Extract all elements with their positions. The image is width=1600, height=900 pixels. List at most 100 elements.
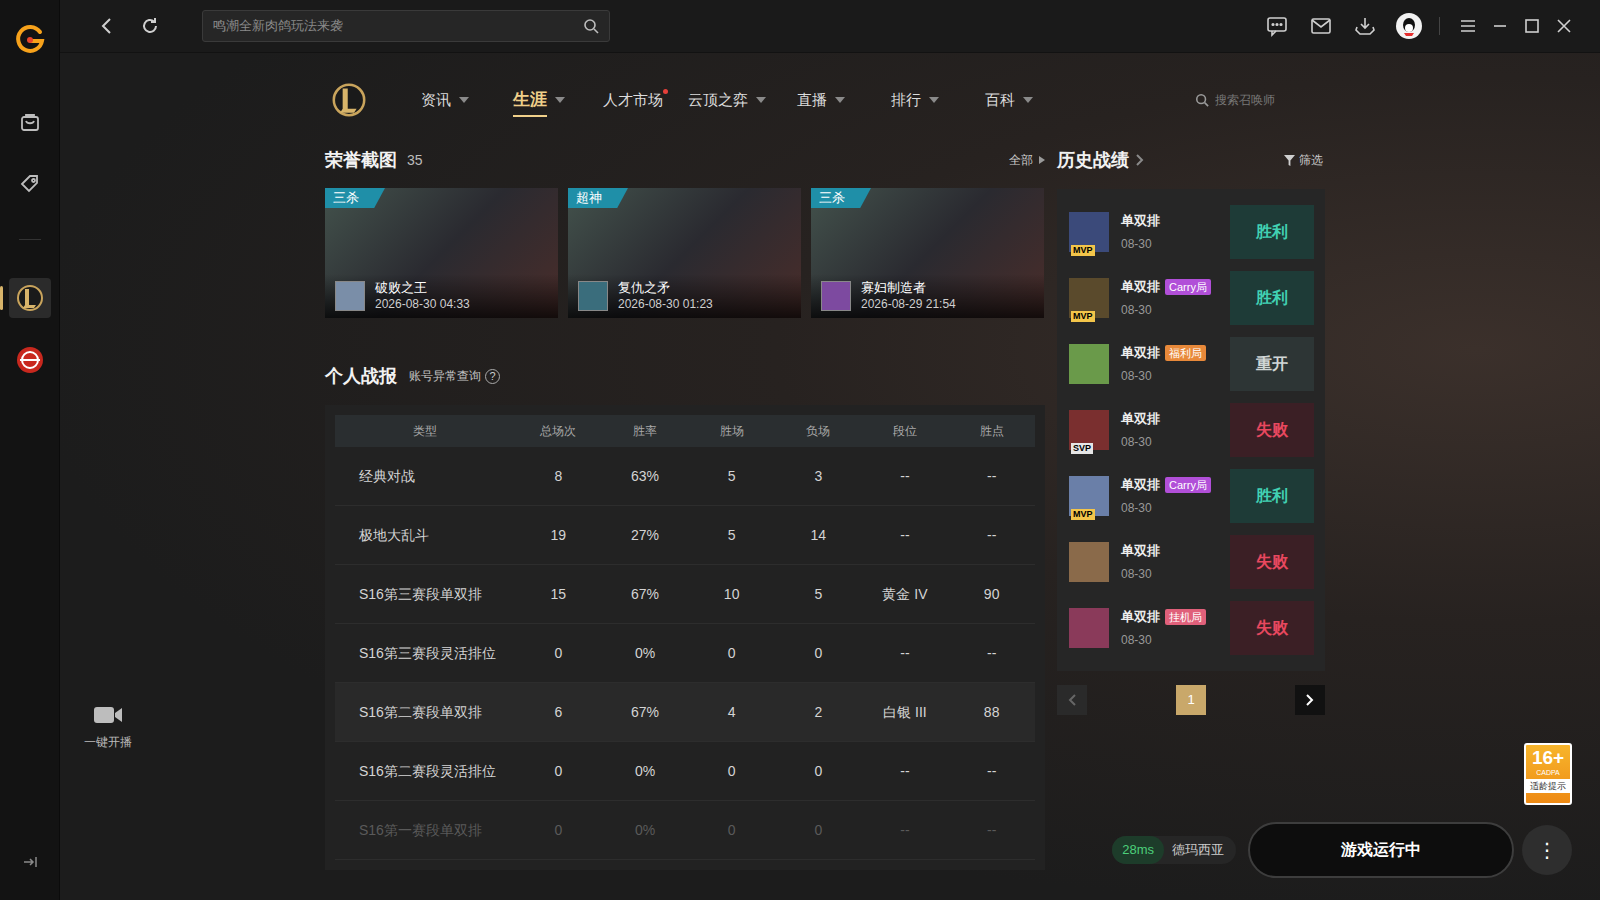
table-cell: 5 (688, 525, 775, 546)
table-row[interactable]: S16第三赛段单双排1567%105黄金 IV90 (335, 565, 1035, 624)
search-icon[interactable] (1195, 93, 1209, 107)
page-button[interactable]: 1 (1176, 685, 1206, 715)
table-cell: 0 (688, 761, 775, 782)
minimize-icon[interactable] (1488, 14, 1512, 38)
search-icon[interactable] (583, 18, 599, 34)
back-icon[interactable] (97, 16, 117, 36)
sidebar-item[interactable] (9, 102, 51, 142)
honors-count: 35 (407, 150, 423, 171)
chat-icon[interactable] (1265, 14, 1289, 38)
nav-tab[interactable]: 人才市场 (586, 80, 680, 120)
title-bar-actions (1265, 12, 1576, 40)
search-box (202, 10, 610, 42)
tab-label: 人才市场 (603, 89, 663, 112)
collapse-icon[interactable] (20, 852, 40, 872)
match-date: 08-30 (1121, 433, 1230, 451)
table-cell: 8 (515, 466, 602, 487)
server-status[interactable]: 28ms德玛西亚 (1112, 836, 1236, 864)
table-cell: 0% (602, 643, 689, 664)
table-cell: 0 (775, 643, 862, 664)
match-row[interactable]: 单双排08-30失败 (1069, 529, 1314, 595)
refresh-icon[interactable] (140, 16, 160, 36)
nav-tab[interactable]: 排行 (868, 80, 962, 120)
lol-logo-icon[interactable] (330, 81, 368, 119)
honor-card[interactable]: 三杀寡妇制造者2026-08-29 21:54 (811, 188, 1044, 318)
chevron-right-icon[interactable] (1135, 153, 1145, 167)
table-cell: -- (948, 525, 1035, 546)
nav-tab[interactable]: 直播 (774, 80, 868, 120)
table-row[interactable]: 极地大乱斗1927%514---- (335, 506, 1035, 565)
table-row[interactable]: S16第二赛段灵活排位00%00---- (335, 742, 1035, 801)
honor-card[interactable]: 三杀破败之王2026-08-30 04:33 (325, 188, 558, 318)
dropdown-icon (555, 97, 565, 103)
match-row[interactable]: 单双排福利局08-30重开 (1069, 331, 1314, 397)
summoner-search-input[interactable] (1215, 91, 1295, 109)
result-label: 失败 (1256, 418, 1288, 442)
launch-button[interactable]: 游戏运行中 (1248, 822, 1514, 878)
chevron-left-icon (1067, 693, 1077, 707)
wegame-logo-icon[interactable] (14, 23, 46, 55)
table-row[interactable]: 经典对战863%53---- (335, 447, 1035, 506)
table-row[interactable]: S16第一赛段单双排00%00---- (335, 801, 1035, 860)
card-info: 复仇之矛2026-08-30 01:23 (568, 274, 801, 318)
download-icon[interactable] (1353, 14, 1377, 38)
result-label: 胜利 (1256, 484, 1288, 508)
mail-icon[interactable] (1309, 14, 1333, 38)
table-header: 类型总场次胜率胜场负场段位胜点 (335, 415, 1035, 447)
table-row[interactable]: S16第二赛段单双排667%42白银 III88 (335, 683, 1035, 742)
sidebar-item[interactable] (9, 340, 51, 380)
account-check-link[interactable]: 账号异常查询 (409, 367, 481, 385)
nav-tab[interactable]: 生涯 (492, 80, 586, 120)
match-row[interactable]: MVP单双排08-30胜利 (1069, 199, 1314, 265)
table-cell: 0 (688, 643, 775, 664)
live-button[interactable]: 一键开播 (70, 705, 146, 751)
honor-badge: 三杀 (325, 188, 385, 208)
view-all[interactable]: 全部 (1009, 151, 1045, 169)
match-row[interactable]: 单双排挂机局08-30失败 (1069, 595, 1314, 661)
page-list: 1 (1176, 685, 1206, 715)
column-header: 类型 (335, 422, 515, 440)
table-cell: 63% (602, 466, 689, 487)
help-button[interactable]: ? (485, 369, 500, 384)
tag-icon (19, 173, 41, 195)
menu-icon[interactable] (1456, 14, 1480, 38)
match-date: 08-30 (1121, 499, 1230, 517)
more-button[interactable]: ⋮ (1522, 825, 1572, 875)
match-info: 单双排 08-30 (1121, 409, 1230, 451)
table-cell: 10 (688, 584, 775, 605)
honors-header: 荣誉截图35全部 (325, 147, 1045, 173)
live-label: 一键开播 (84, 733, 132, 751)
table-cell: -- (862, 761, 949, 782)
nav-tab[interactable]: 百科 (962, 80, 1056, 120)
next-page-button[interactable] (1295, 685, 1325, 715)
section-title[interactable]: 历史战绩 (1057, 147, 1129, 174)
table-row[interactable]: S16第三赛段灵活排位00%00---- (335, 624, 1035, 683)
sidebar-item[interactable] (9, 278, 51, 318)
match-row[interactable]: MVP单双排Carry局08-30胜利 (1069, 265, 1314, 331)
maximize-icon[interactable] (1520, 14, 1544, 38)
match-mode: 单双排 (1121, 541, 1160, 561)
prev-page-button[interactable] (1057, 685, 1087, 715)
sidebar-item[interactable] (9, 164, 51, 204)
table-cell: 5 (775, 584, 862, 605)
row-cells: S16第三赛段灵活排位00%00---- (335, 624, 1035, 682)
table-cell: -- (862, 525, 949, 546)
card-text: 寡妇制造者2026-08-29 21:54 (861, 280, 956, 312)
match-info: 单双排挂机局08-30 (1121, 607, 1230, 649)
user-avatar-icon[interactable] (1395, 12, 1423, 40)
column-header: 段位 (862, 422, 949, 440)
close-icon[interactable] (1552, 14, 1576, 38)
section-title: 个人战报 (325, 363, 397, 390)
match-result: 失败 (1230, 403, 1314, 457)
nav-tab[interactable]: 资讯 (398, 80, 492, 120)
match-info: 单双排福利局08-30 (1121, 343, 1230, 385)
honor-card[interactable]: 超神复仇之矛2026-08-30 01:23 (568, 188, 801, 318)
match-row[interactable]: MVP单双排Carry局08-30胜利 (1069, 463, 1314, 529)
match-mode: 单双排 (1121, 409, 1160, 429)
nav-tab[interactable]: 云顶之弈 (680, 80, 774, 120)
match-row[interactable]: SVP单双排08-30失败 (1069, 397, 1314, 463)
nav-tabs: 资讯生涯人才市场云顶之弈直播排行百科 (398, 80, 1056, 120)
filter-button[interactable]: 筛选 (1284, 151, 1323, 169)
match-mode: 单双排 (1121, 607, 1160, 627)
search-input[interactable] (213, 16, 577, 36)
